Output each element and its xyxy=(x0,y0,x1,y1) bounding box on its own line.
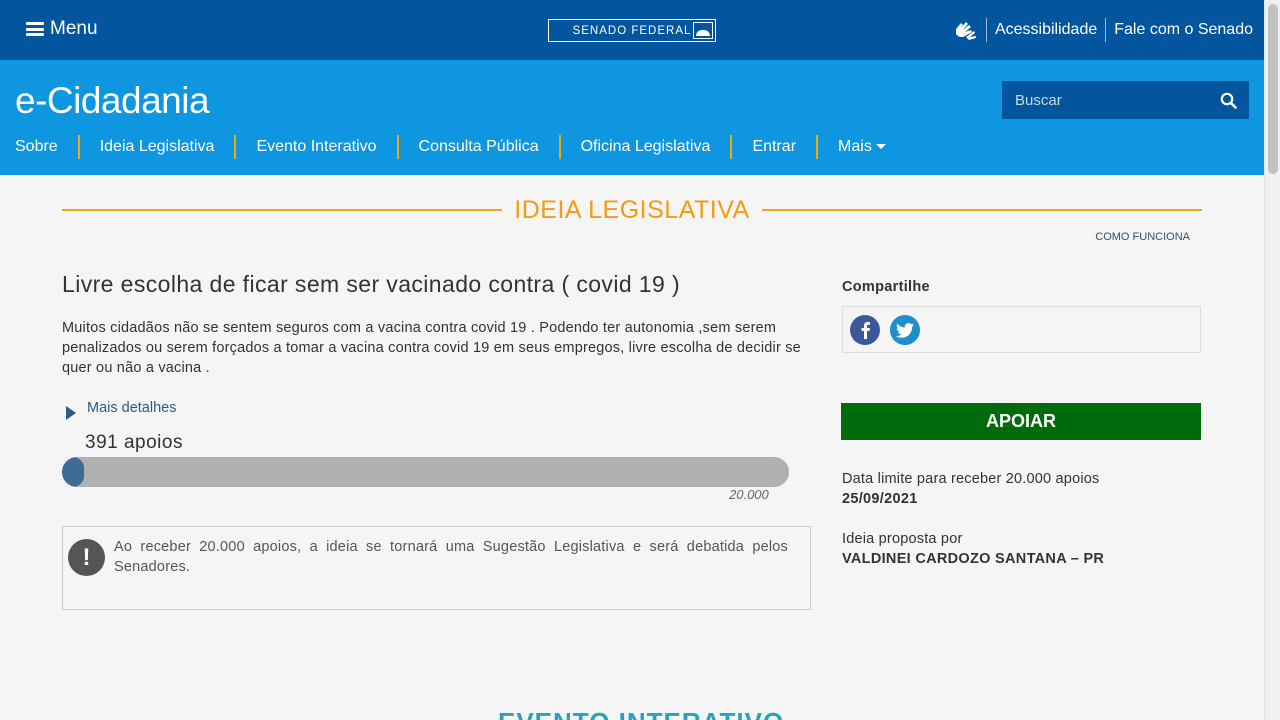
deadline-label: Data limite para receber 20.000 apoios xyxy=(842,471,1100,487)
heading-rule xyxy=(62,209,503,211)
twitter-icon xyxy=(896,322,914,338)
supports-count: 391 apoios xyxy=(85,432,183,453)
section-heading: IDEIA LEGISLATIVA xyxy=(62,193,1203,227)
proposer-value: VALDINEI CARDOZO SANTANA – PR xyxy=(842,551,1105,567)
nav-divider xyxy=(77,135,80,159)
how-it-works-link[interactable]: COMO FUNCIONA xyxy=(1095,231,1190,243)
search-box xyxy=(1002,81,1249,119)
menu-button[interactable]: Menu xyxy=(26,18,98,40)
nav-item-sobre[interactable]: Sobre xyxy=(15,138,58,156)
share-label: Compartilhe xyxy=(842,279,930,295)
nav-item-oficina-legislativa[interactable]: Oficina Legislativa xyxy=(581,138,711,156)
site-header: e-Cidadania Sobre Ideia Legislativa Even… xyxy=(0,60,1264,175)
idea-description: Muitos cidadãos não se sentem seguros co… xyxy=(62,320,801,376)
scrollbar-thumb[interactable] xyxy=(1268,4,1278,174)
nav-item-ideia-legislativa[interactable]: Ideia Legislativa xyxy=(100,138,215,156)
support-button[interactable]: APOIAR xyxy=(841,403,1201,440)
triangle-right-icon xyxy=(66,406,76,420)
dome-icon xyxy=(693,22,713,39)
nav-divider xyxy=(816,135,819,159)
main-nav: Sobre Ideia Legislativa Evento Interativ… xyxy=(15,135,886,159)
heading-rule xyxy=(761,209,1203,211)
divider xyxy=(985,18,987,42)
nav-divider xyxy=(730,135,733,159)
section-title: IDEIA LEGISLATIVA xyxy=(514,195,750,224)
top-links: Acessibilidade Fale com o Senado xyxy=(952,17,1253,43)
next-section-title: EVENTO INTERATIVO xyxy=(498,707,784,720)
accessibility-link[interactable]: Acessibilidade xyxy=(995,21,1097,39)
senado-logo-text: SENADO FEDERAL xyxy=(572,24,692,37)
menu-label: Menu xyxy=(50,18,98,39)
idea-title: Livre escolha de ficar sem ser vacinado … xyxy=(62,271,681,297)
top-bar: Menu SENADO FEDERAL Acessibilidade Fale … xyxy=(0,0,1264,60)
more-details-label: Mais detalhes xyxy=(87,400,177,416)
contact-link[interactable]: Fale com o Senado xyxy=(1114,21,1253,39)
nav-item-mais-label: Mais xyxy=(838,138,872,155)
twitter-share-button[interactable] xyxy=(890,315,920,345)
supports-progress-bar xyxy=(62,457,789,487)
senado-logo[interactable]: SENADO FEDERAL xyxy=(548,19,716,42)
nav-item-evento-interativo[interactable]: Evento Interativo xyxy=(256,138,376,156)
search-input[interactable] xyxy=(1015,91,1210,109)
search-icon[interactable] xyxy=(1220,92,1237,109)
progress-fill xyxy=(62,457,84,487)
goal-label: 20.000 xyxy=(729,487,769,502)
more-details-toggle[interactable]: Mais detalhes xyxy=(66,396,176,420)
nav-item-consulta-publica[interactable]: Consulta Pública xyxy=(419,138,539,156)
site-brand[interactable]: e-Cidadania xyxy=(15,80,210,122)
nav-item-mais[interactable]: Mais xyxy=(838,138,886,156)
nav-divider xyxy=(396,135,399,159)
sign-language-icon[interactable] xyxy=(952,17,978,43)
scrollbar[interactable] xyxy=(1264,0,1280,720)
exclamation-icon: ! xyxy=(68,539,105,576)
facebook-share-button[interactable] xyxy=(850,315,880,345)
proposer-label: Ideia proposta por xyxy=(842,531,963,547)
notice-text: Ao receber 20.000 apoios, a ideia se tor… xyxy=(114,539,788,575)
divider xyxy=(1105,18,1107,42)
share-box xyxy=(842,306,1201,353)
nav-divider xyxy=(558,135,561,159)
facebook-icon xyxy=(861,322,870,339)
deadline-value: 25/09/2021 xyxy=(842,491,918,507)
caret-down-icon xyxy=(875,144,886,150)
notice-box: ! Ao receber 20.000 apoios, a ideia se t… xyxy=(62,526,811,610)
nav-item-entrar[interactable]: Entrar xyxy=(752,138,796,156)
hamburger-icon xyxy=(26,22,44,36)
nav-divider xyxy=(234,135,237,159)
